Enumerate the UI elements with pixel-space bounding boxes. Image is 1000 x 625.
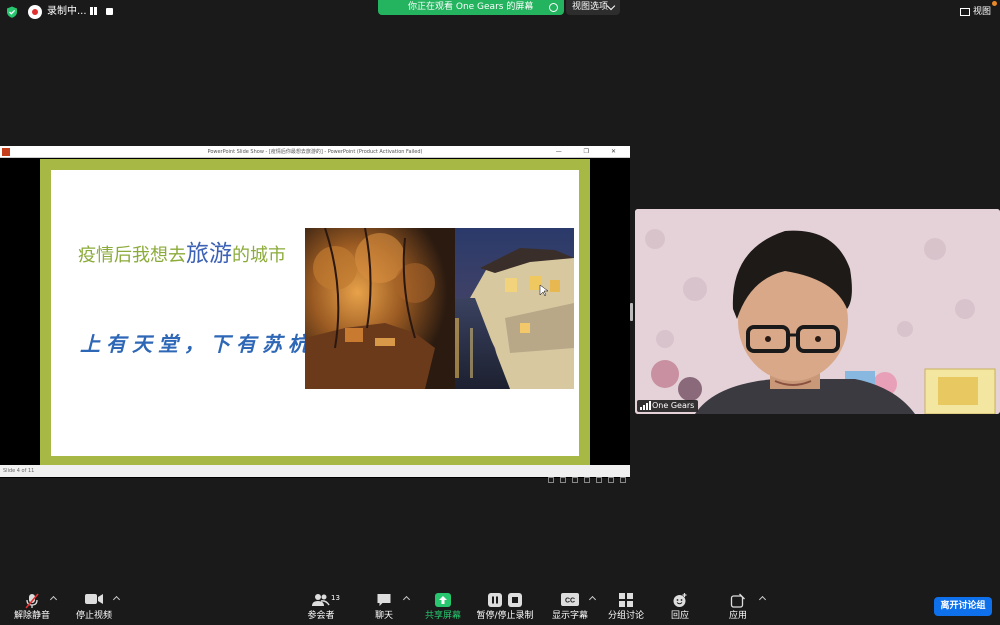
chat-options-chevron-icon[interactable] — [402, 595, 411, 604]
pause-stop-recording-icon — [488, 593, 522, 607]
chat-label: 聊天 — [374, 611, 393, 621]
participant-video[interactable]: One Gears — [635, 209, 1000, 414]
pause-recording-icon[interactable] — [88, 6, 98, 16]
night-canal-town-photo — [305, 228, 574, 389]
reactions-label: 回应 — [670, 611, 689, 621]
notes-icon[interactable] — [560, 477, 566, 483]
reactions-button[interactable]: 回应 — [664, 586, 696, 625]
recording-icon — [28, 5, 42, 19]
slide-poem: 上有天堂，下有苏杭 — [80, 332, 314, 356]
reactions-icon — [673, 593, 687, 607]
notification-badge — [992, 1, 997, 6]
unmute-label: 解除静音 — [13, 611, 50, 621]
stop-video-button[interactable]: 停止视频 — [72, 586, 116, 625]
sorter-view-icon[interactable] — [596, 477, 602, 483]
participant-video-frame — [635, 209, 1000, 414]
share-screen-label: 共享屏幕 — [424, 611, 461, 621]
next-slide-icon[interactable] — [572, 477, 578, 483]
normal-view-icon[interactable] — [584, 477, 590, 483]
participants-count: 13 — [331, 594, 340, 602]
slide-title-part2: 的城市 — [232, 245, 286, 266]
panel-resize-handle[interactable] — [630, 303, 633, 321]
ppt-statusbar: Slide 4 of 11 — [0, 465, 630, 483]
share-status-icon — [549, 3, 558, 12]
apps-icon — [730, 593, 745, 608]
chat-button[interactable]: 聊天 — [368, 586, 400, 625]
ppt-titlebar: PowerPoint Slide Show - [疫情后你最想去旅游的] - P… — [0, 146, 630, 158]
muted-microphone-icon — [25, 593, 39, 609]
captions-label: 显示字幕 — [551, 611, 588, 621]
slideshow-icon[interactable] — [620, 477, 626, 483]
breakout-rooms-button[interactable]: 分组讨论 — [606, 586, 646, 625]
pause-stop-recording-button[interactable]: 暂停/停止录制 — [474, 586, 536, 625]
apps-button[interactable]: 应用 — [722, 586, 754, 625]
stop-recording-icon[interactable] — [106, 8, 113, 15]
slide: 疫情后我想去旅游的城市 上有天堂，下有苏杭 — [40, 159, 590, 465]
unmute-button[interactable]: 解除静音 — [8, 586, 56, 625]
ppt-view-icons[interactable] — [542, 468, 626, 483]
view-options-label: 视图选项 — [572, 2, 609, 12]
screen-share-banner-text: 你正在观看 One Gears 的屏幕 — [408, 2, 534, 12]
participants-label: 参会者 — [307, 611, 335, 621]
participants-icon — [312, 594, 330, 606]
slide-title-highlight: 旅游 — [186, 241, 232, 267]
participant-name-tag: One Gears — [637, 400, 699, 412]
slide-content: 疫情后我想去旅游的城市 上有天堂，下有苏杭 — [51, 170, 579, 456]
leave-breakout-room-button[interactable]: 离开讨论组 — [934, 597, 992, 616]
captions-options-chevron-icon[interactable] — [588, 595, 597, 604]
prev-slide-icon[interactable] — [548, 477, 554, 483]
participants-button[interactable]: 13 参会者 — [303, 586, 340, 625]
slide-title: 疫情后我想去旅游的城市 — [78, 241, 286, 269]
screen-share-banner: 你正在观看 One Gears 的屏幕 — [378, 0, 564, 15]
view-layout-icon — [960, 7, 970, 16]
captions-button[interactable]: CC 显示字幕 — [550, 586, 590, 625]
breakout-rooms-icon — [619, 593, 633, 607]
closed-captions-icon: CC — [561, 593, 579, 606]
slide-counter: Slide 4 of 11 — [3, 468, 35, 474]
shield-icon[interactable] — [6, 6, 18, 18]
captions-icon-text: CC — [565, 598, 575, 605]
reading-view-icon[interactable] — [608, 477, 614, 483]
stop-video-label: 停止视频 — [75, 611, 112, 621]
share-screen-button[interactable]: 共享屏幕 — [422, 586, 464, 625]
chat-icon — [377, 594, 391, 606]
meeting-toolbar: 解除静音 停止视频 13 参会者 聊天 共享屏幕 暂停/停止录制 CC 显示字幕… — [0, 586, 1000, 625]
participant-name: One Gears — [652, 401, 695, 410]
ppt-window-title: PowerPoint Slide Show - [疫情后你最想去旅游的] - P… — [207, 149, 423, 155]
view-button-label: 视图 — [973, 7, 992, 17]
apps-label: 应用 — [728, 611, 747, 621]
slide-title-part1: 疫情后我想去 — [78, 245, 186, 266]
video-camera-icon — [85, 594, 103, 604]
view-button[interactable]: 视图 — [960, 5, 991, 19]
chevron-down-icon — [606, 1, 616, 11]
breakout-rooms-label: 分组讨论 — [607, 611, 644, 621]
recording-label: 录制中... — [47, 6, 87, 17]
pause-stop-recording-label: 暂停/停止录制 — [476, 611, 534, 621]
view-options-dropdown[interactable]: 视图选项 — [566, 0, 620, 15]
share-screen-icon — [435, 593, 451, 607]
window-controls: — ❐ ✕ — [555, 148, 626, 155]
shared-screen-window: PowerPoint Slide Show - [疫情后你最想去旅游的] - P… — [0, 146, 630, 483]
apps-options-chevron-icon[interactable] — [758, 595, 767, 604]
